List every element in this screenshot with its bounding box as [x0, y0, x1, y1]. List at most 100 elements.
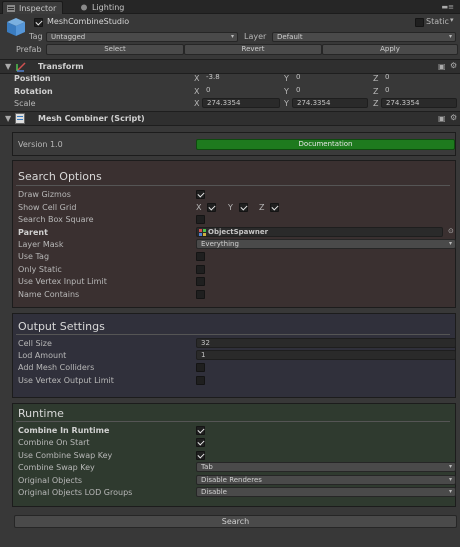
object-picker-icon[interactable]: ⊙ — [448, 227, 454, 235]
add-mesh-colliders-label: Add Mesh Colliders — [18, 363, 95, 372]
use-combine-swap-key-checkbox[interactable] — [196, 451, 205, 460]
tag-dropdown[interactable]: Untagged ▾ — [46, 32, 238, 42]
show-cell-grid-label: Show Cell Grid — [18, 203, 77, 212]
tag-label: Tag — [29, 32, 43, 41]
position-x-label[interactable]: X — [194, 74, 199, 83]
prefab-apply-button[interactable]: Apply — [322, 44, 458, 55]
prefab-label: Prefab — [16, 45, 42, 54]
parent-object-field[interactable]: ObjectSpawner — [196, 227, 443, 237]
position-label: Position — [14, 74, 51, 83]
cell-grid-z-checkbox[interactable] — [270, 203, 279, 212]
gear-icon[interactable]: ⚙ — [450, 113, 457, 122]
use-tag-label: Use Tag — [18, 252, 50, 261]
documentation-button[interactable]: Documentation — [196, 139, 455, 150]
foldout-arrow-icon[interactable]: ▼ — [5, 114, 11, 123]
use-tag-checkbox[interactable] — [196, 252, 205, 261]
use-vertex-input-limit-label: Use Vertex Input Limit — [18, 277, 107, 286]
name-contains-checkbox[interactable] — [196, 290, 205, 299]
position-y-field[interactable]: 0 — [292, 73, 368, 83]
combine-swap-key-dropdown[interactable]: Tab ▾ — [196, 462, 456, 472]
search-box-square-checkbox[interactable] — [196, 215, 205, 224]
scale-z-label[interactable]: Z — [373, 99, 378, 108]
object-name[interactable]: MeshCombineStudio — [47, 17, 129, 26]
prefab-revert-button[interactable]: Revert — [184, 44, 322, 55]
use-vertex-output-limit-checkbox[interactable] — [196, 376, 205, 385]
draw-gizmos-label: Draw Gizmos — [18, 190, 71, 199]
layer-label: Layer — [244, 32, 267, 41]
lod-amount-label: Lod Amount — [18, 351, 67, 360]
position-y-label[interactable]: Y — [284, 74, 289, 83]
cell-grid-x-checkbox[interactable] — [207, 203, 216, 212]
chevron-down-icon: ▾ — [448, 240, 452, 247]
position-z-field[interactable]: 0 — [381, 73, 457, 83]
chevron-down-icon: ▾ — [448, 488, 452, 495]
layer-value: Default — [277, 33, 303, 41]
only-static-checkbox[interactable] — [196, 265, 205, 274]
tab-lighting-label: Lighting — [92, 3, 125, 12]
cell-grid-y-checkbox[interactable] — [239, 203, 248, 212]
version-label: Version 1.0 — [18, 140, 63, 149]
scale-x-label[interactable]: X — [194, 99, 199, 108]
inspector-icon — [7, 5, 15, 12]
position-z-label[interactable]: Z — [373, 74, 378, 83]
mesh-combiner-header[interactable]: ▼ Mesh Combiner (Script) ▣ ⚙ — [0, 111, 460, 126]
rotation-y-field[interactable]: 0 — [292, 86, 368, 96]
foldout-arrow-icon[interactable]: ▼ — [5, 62, 11, 71]
original-objects-label: Original Objects — [18, 476, 83, 485]
rotation-z-field[interactable]: 0 — [381, 86, 457, 96]
scale-y-label[interactable]: Y — [284, 99, 289, 108]
runtime-divider — [16, 421, 450, 422]
scale-y-field[interactable]: 274.3354 — [292, 98, 368, 108]
cell-grid-z-label: Z — [259, 203, 265, 212]
layer-mask-dropdown[interactable]: Everything ▾ — [196, 239, 456, 249]
draw-gizmos-checkbox[interactable] — [196, 190, 205, 199]
help-icon[interactable]: ▣ — [438, 114, 446, 123]
prefab-select-button[interactable]: Select — [46, 44, 184, 55]
help-icon[interactable]: ▣ — [438, 62, 446, 71]
chevron-down-icon: ▾ — [230, 33, 234, 40]
use-combine-swap-key-label: Use Combine Swap Key — [18, 451, 113, 460]
search-button[interactable]: Search — [14, 515, 457, 528]
rotation-label: Rotation — [14, 87, 53, 96]
rotation-x-field[interactable]: 0 — [202, 86, 280, 96]
tab-inspector-label: Inspector — [19, 4, 57, 13]
gear-icon[interactable]: ⚙ — [450, 61, 457, 70]
scale-label: Scale — [14, 99, 36, 108]
parent-value: ObjectSpawner — [208, 228, 269, 236]
original-objects-dropdown[interactable]: Disable Renderes ▾ — [196, 475, 456, 485]
gameobject-cube-icon — [7, 18, 25, 36]
output-settings-title: Output Settings — [18, 320, 105, 333]
object-active-checkbox[interactable] — [34, 18, 43, 27]
combine-in-runtime-checkbox[interactable] — [196, 426, 205, 435]
cell-size-field[interactable]: 32 — [196, 338, 456, 348]
combine-on-start-label: Combine On Start — [18, 438, 90, 447]
scale-z-field[interactable]: 274.3354 — [381, 98, 457, 108]
combine-in-runtime-label: Combine In Runtime — [18, 426, 110, 435]
layer-dropdown[interactable]: Default ▾ — [272, 32, 456, 42]
position-x-field[interactable]: -3.8 — [202, 73, 280, 83]
static-checkbox[interactable] — [415, 18, 424, 27]
tab-inspector[interactable]: Inspector — [2, 1, 64, 14]
rotation-z-label[interactable]: Z — [373, 87, 378, 96]
rotation-x-label[interactable]: X — [194, 87, 199, 96]
gameobject-icon — [199, 229, 206, 236]
combine-on-start-checkbox[interactable] — [196, 438, 205, 447]
add-mesh-colliders-checkbox[interactable] — [196, 363, 205, 372]
name-contains-label: Name Contains — [18, 290, 80, 299]
cell-grid-y-label: Y — [228, 203, 233, 212]
use-vertex-input-limit-checkbox[interactable] — [196, 277, 205, 286]
lod-amount-field[interactable]: 1 — [196, 350, 456, 360]
transform-header[interactable]: ▼ Transform ▣ ⚙ — [0, 59, 460, 74]
original-objects-lod-value: Disable — [201, 488, 227, 496]
static-dropdown-icon[interactable]: ▾ — [450, 16, 454, 24]
search-box-square-label: Search Box Square — [18, 215, 94, 224]
tab-menu-icon[interactable]: ▬≡ — [442, 3, 454, 11]
scale-x-field[interactable]: 274.3354 — [202, 98, 280, 108]
original-objects-lod-dropdown[interactable]: Disable ▾ — [196, 487, 456, 497]
combine-swap-key-label: Combine Swap Key — [18, 463, 95, 472]
original-objects-value: Disable Renderes — [201, 476, 262, 484]
script-title: Mesh Combiner (Script) — [38, 114, 145, 123]
tab-lighting[interactable]: Lighting — [76, 1, 130, 14]
rotation-y-label[interactable]: Y — [284, 87, 289, 96]
transform-icon — [16, 62, 26, 72]
